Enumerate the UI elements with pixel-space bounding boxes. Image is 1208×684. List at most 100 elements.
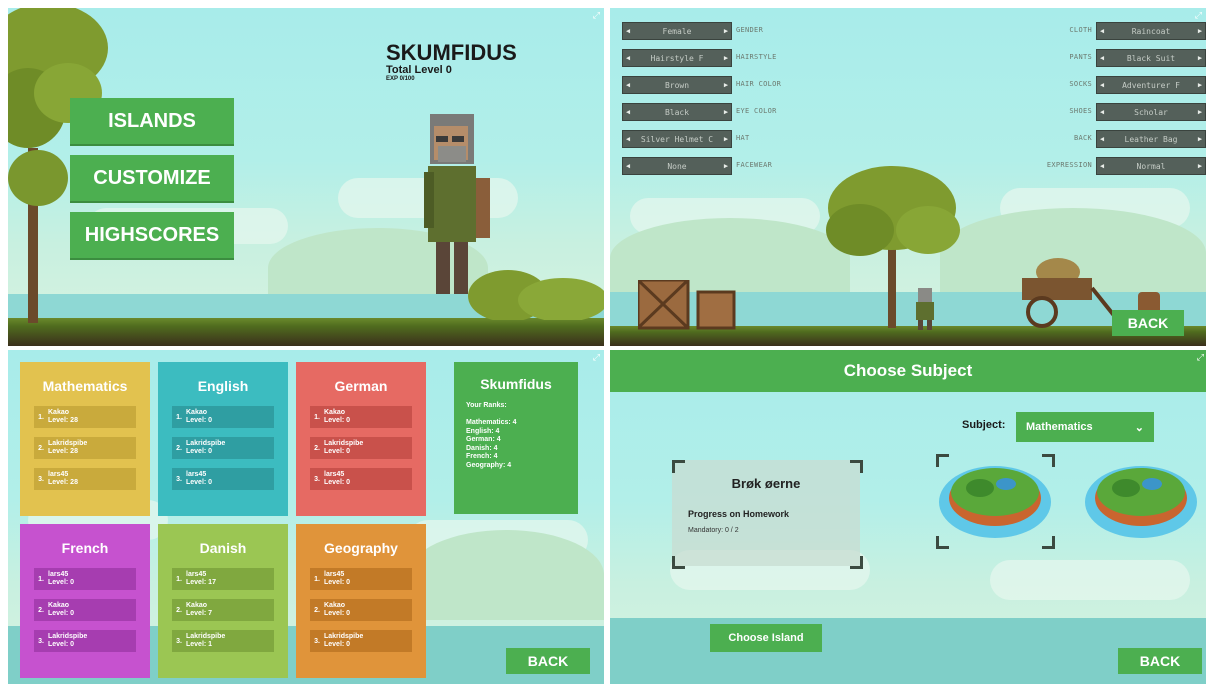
entry-level: Level: 0	[324, 448, 351, 455]
left-selector[interactable]: ◀ Female ▶	[622, 22, 732, 40]
arrow-left-icon[interactable]: ◀	[623, 108, 633, 116]
card-title: Geography	[324, 540, 398, 556]
entry-level: Level: 17	[186, 579, 216, 586]
customize-screen: ◀ Female ▶ GENDER ◀ Hairstyle F ▶ HAIRSTYLE ◀ Bro…	[610, 8, 1206, 346]
highscore-card-danish: Danish 1. lars45 Level: 17 2. Kakao Level: 7 3.…	[158, 524, 288, 678]
rank-french: French: 4	[466, 453, 498, 460]
list-item: 1. lars45 Level: 17	[172, 568, 274, 590]
entry-level: Level: 28	[48, 479, 78, 486]
subject-dropdown-value: Mathematics	[1026, 421, 1093, 433]
list-item: 3. Lakridspibe Level: 0	[310, 630, 412, 652]
highscore-card-mathematics: Mathematics 1. Kakao Level: 28 2. Lakridspibe…	[20, 362, 150, 516]
rank-number: 3.	[314, 475, 320, 483]
choose-subject-screen: Choose Subject Subject: Mathematics ⌄ Br…	[610, 350, 1206, 684]
arrow-left-icon[interactable]: ◀	[623, 162, 633, 170]
right-selector[interactable]: ◀ Scholar ▶	[1096, 103, 1206, 121]
arrow-left-icon[interactable]: ◀	[1097, 54, 1107, 62]
arrow-right-icon[interactable]: ▶	[721, 162, 731, 170]
list-item: 2. Kakao Level: 7	[172, 599, 274, 621]
subject-dropdown[interactable]: Mathematics ⌄	[1016, 412, 1154, 442]
arrow-right-icon[interactable]: ▶	[1195, 135, 1205, 143]
entry-name: Lakridspibe	[324, 440, 364, 447]
right-selector[interactable]: ◀ Leather Bag ▶	[1096, 130, 1206, 148]
rank-number: 1.	[314, 575, 320, 583]
right-selector[interactable]: ◀ Black Suit ▶	[1096, 49, 1206, 67]
expand-icon[interactable]: ⤢	[1195, 10, 1202, 21]
your-ranks-label: Your Ranks:	[466, 402, 507, 409]
arrow-right-icon[interactable]: ▶	[1195, 27, 1205, 35]
left-selector[interactable]: ◀ Silver Helmet C ▶	[622, 130, 732, 148]
left-label: FACEWEAR	[736, 161, 773, 169]
right-selector[interactable]: ◀ Normal ▶	[1096, 157, 1206, 175]
right-selector[interactable]: ◀ Raincoat ▶	[1096, 22, 1206, 40]
subject-label: Subject:	[962, 419, 1006, 431]
back-button[interactable]: BACK	[1118, 648, 1202, 674]
left-selector[interactable]: ◀ None ▶	[622, 157, 732, 175]
arrow-left-icon[interactable]: ◀	[623, 27, 633, 35]
left-label: HAT	[736, 134, 750, 142]
arrow-left-icon[interactable]: ◀	[1097, 135, 1107, 143]
arrow-left-icon[interactable]: ◀	[623, 135, 633, 143]
back-button[interactable]: BACK	[506, 648, 590, 674]
arrow-right-icon[interactable]: ▶	[721, 81, 731, 89]
entry-name: Kakao	[186, 602, 208, 609]
left-selector[interactable]: ◀ Brown ▶	[622, 76, 732, 94]
entry-level: Level: 0	[48, 641, 75, 648]
tree	[826, 166, 960, 328]
island-name: Brøk øerne	[731, 476, 801, 491]
island-info-card: Brøk øerne Progress on Homework Mandator…	[672, 460, 860, 566]
arrow-left-icon[interactable]: ◀	[1097, 162, 1107, 170]
rank-number: 3.	[38, 637, 44, 645]
arrow-left-icon[interactable]: ◀	[1097, 81, 1107, 89]
entry-name: lars45	[324, 571, 345, 578]
hill	[408, 530, 604, 620]
rank-number: 2.	[314, 606, 320, 614]
arrow-right-icon[interactable]: ▶	[1195, 162, 1205, 170]
entry-level: Level: 0	[48, 579, 75, 586]
arrow-left-icon[interactable]: ◀	[623, 54, 633, 62]
choose-island-button[interactable]: Choose Island	[710, 624, 822, 652]
arrow-right-icon[interactable]: ▶	[721, 27, 731, 35]
left-selector[interactable]: ◀ Hairstyle F ▶	[622, 49, 732, 67]
arrow-left-icon[interactable]: ◀	[623, 81, 633, 89]
arrow-right-icon[interactable]: ▶	[1195, 108, 1205, 116]
island-icon[interactable]	[938, 458, 1052, 540]
wooden-crates	[638, 280, 736, 330]
selector-value: Silver Helmet C	[640, 134, 714, 144]
arrow-left-icon[interactable]: ◀	[1097, 27, 1107, 35]
entry-level: Level: 0	[324, 641, 351, 648]
arrow-right-icon[interactable]: ▶	[721, 135, 731, 143]
entry-name: Kakao	[324, 409, 346, 416]
entry-name: lars45	[186, 571, 207, 578]
expand-icon[interactable]: ⤢	[1197, 352, 1204, 363]
mandatory-count: Mandatory: 0 / 2	[688, 527, 739, 534]
list-item: 2. Lakridspibe Level: 0	[172, 437, 274, 459]
right-selector[interactable]: ◀ Adventurer F ▶	[1096, 76, 1206, 94]
arrow-right-icon[interactable]: ▶	[1195, 81, 1205, 89]
arrow-right-icon[interactable]: ▶	[721, 108, 731, 116]
expand-icon[interactable]: ⤢	[593, 10, 600, 21]
islands-button[interactable]: ISLANDS	[70, 98, 234, 144]
left-selector[interactable]: ◀ Black ▶	[622, 103, 732, 121]
arrow-right-icon[interactable]: ▶	[1195, 54, 1205, 62]
back-button[interactable]: BACK	[1112, 310, 1184, 336]
exp-readout: EXP 0/100	[386, 76, 415, 82]
card-corner	[672, 460, 685, 473]
highscores-button[interactable]: HIGHSCORES	[70, 212, 234, 258]
rank-number: 3.	[314, 637, 320, 645]
entry-level: Level: 0	[324, 417, 351, 424]
rank-number: 3.	[176, 637, 182, 645]
arrow-right-icon[interactable]: ▶	[721, 54, 731, 62]
customize-button[interactable]: CUSTOMIZE	[70, 155, 234, 201]
entry-name: Kakao	[48, 409, 70, 416]
entry-level: Level: 0	[324, 579, 351, 586]
selector-value: Hairstyle F	[650, 53, 704, 63]
arrow-left-icon[interactable]: ◀	[1097, 108, 1107, 116]
expand-icon[interactable]: ⤢	[593, 352, 600, 363]
selector-value: Normal	[1136, 161, 1166, 171]
entry-level: Level: 28	[48, 417, 78, 424]
rank-number: 3.	[176, 475, 182, 483]
island-icon[interactable]	[1084, 458, 1198, 540]
player-header: SKUMFIDUS Total Level 0 EXP 0/100	[386, 40, 517, 82]
selector-value: Leather Bag	[1124, 134, 1178, 144]
